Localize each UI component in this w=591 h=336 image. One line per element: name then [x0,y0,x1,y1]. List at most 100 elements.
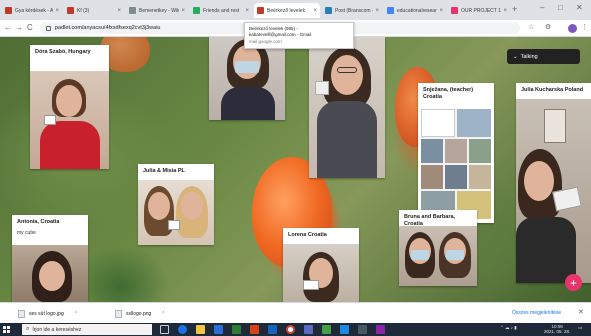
talking-label: Talking [520,53,538,60]
menu-icon[interactable]: ⋮ [581,23,588,31]
browser-tab-8[interactable]: OUR PROJECT 11 1 × [448,3,510,18]
close-icon[interactable]: × [55,8,59,14]
new-tab-button[interactable]: + [512,4,517,14]
forward-button[interactable]: → [15,23,23,32]
post-collage [421,109,491,219]
file-icon [18,309,25,318]
sheet-favicon-icon [193,7,200,14]
browser-tab-7[interactable]: educationalresear × [384,3,446,18]
spotify-icon[interactable] [322,325,331,334]
post-card-julia-misia[interactable]: Julia & Misia PL [138,164,214,245]
system-tray-icons[interactable]: ⌃ ☁ ♪ ▮ [500,325,517,331]
post-card-photo[interactable] [209,37,285,120]
tab-strip: Gya kérdések - Af × Kf (3) × Bemenetkey … [0,0,591,20]
post-card-lorena[interactable]: Lorena Croatia [283,228,359,302]
browser-tab-2[interactable]: Kf (3) × [64,3,124,18]
app-icon[interactable] [376,325,385,334]
close-window-button[interactable]: ✕ [576,3,583,12]
tab-title: Post (Branscom - C [335,7,374,14]
wiki-favicon-icon [129,7,136,14]
close-icon[interactable]: × [181,8,185,14]
post-card-bruna-barbara[interactable]: Bruna and Barbara, Croatia [399,210,477,286]
taskbar-search[interactable]: ⌕ Írjon ide a kereséshez [22,324,152,335]
add-post-button[interactable]: + [565,274,582,291]
download-item[interactable]: ssllogo.png ⌃ [115,307,166,320]
back-button[interactable]: ← [4,23,12,32]
post-photo [209,37,285,120]
file-explorer-icon[interactable] [196,325,205,334]
close-icon[interactable]: × [117,8,121,14]
teams-icon[interactable] [304,325,313,334]
close-icon[interactable]: × [439,8,443,14]
gmail-favicon-icon [257,7,264,14]
reload-button[interactable]: C [27,23,33,32]
post-photo [30,71,109,169]
tab-title: Beérkező levelek [267,7,306,14]
talking-button[interactable]: ⌄ Talking [507,49,580,64]
clock[interactable]: 10:08 2021. 05. 28. [544,324,571,335]
post-photo [516,99,591,283]
post-photo [12,245,88,302]
powerpoint-icon[interactable] [250,325,259,334]
store-icon[interactable] [214,325,223,334]
task-view-icon[interactable] [160,325,169,334]
gmail-favicon-icon [5,7,12,14]
star-icon[interactable]: ☆ [528,23,534,31]
minimize-button[interactable]: – [540,3,544,12]
excel-icon[interactable] [232,325,241,334]
google-favicon-icon [387,7,394,14]
close-download-bar-button[interactable]: ✕ [578,308,584,316]
browser-tab-1[interactable]: Gya kérdések - Af × [2,3,62,18]
browser-tab-5[interactable]: Beérkező levelek × [254,3,320,18]
close-icon[interactable]: × [503,8,507,14]
tab-hover-tooltip: Beérkező levelek (985) - kabarevelll@gma… [244,22,354,49]
tab-title: OUR PROJECT 11 1 [461,7,501,14]
post-title: Antonia, Croatia [17,219,60,225]
profile-avatar[interactable] [568,24,577,33]
post-card-photo[interactable] [309,37,385,178]
chevron-up-icon[interactable]: ⌃ [74,311,78,317]
lock-icon [46,25,51,31]
file-icon [115,309,122,318]
notification-icon[interactable]: ▭ [578,325,582,331]
post-body: my cube [17,230,36,237]
post-title: Dóra Szabó, Hungary [35,49,91,55]
zoom-icon[interactable] [340,325,349,334]
tab-title: Gya kérdések - Af [15,7,54,14]
close-icon[interactable]: × [245,8,249,14]
show-all-downloads-link[interactable]: Összes megjelenítése [512,310,561,316]
chevron-up-icon[interactable]: ⌃ [161,311,165,317]
url-text: padlet.com/anyacsu/4fxsdfsexq2cvt3j3waiu [55,25,161,31]
download-filename: ses süt logo.jpg [29,310,64,317]
windows-taskbar: ⌕ Írjon ide a kereséshez ⌃ ☁ ♪ ▮ 10:08 2… [0,323,591,336]
gmail-favicon-icon [67,7,74,14]
app-icon[interactable] [358,325,367,334]
padlet-board: Dóra Szabó, Hungary ⌄ Talking Snježana, … [0,37,591,302]
close-icon[interactable]: × [375,8,379,14]
download-item[interactable]: ses süt logo.jpg ⌃ [18,307,78,320]
maximize-button[interactable]: □ [558,3,563,12]
tooltip-domain: mail.google.com [249,38,282,44]
post-card-snjezana[interactable]: Snježana, (teacher) Croatia [418,83,494,223]
chrome-icon[interactable] [286,325,295,334]
browser-tab-6[interactable]: Post (Branscom - C × [322,3,382,18]
post-card-julia-kucharska[interactable]: Julia Kucharska Poland [516,83,591,283]
browser-tab-3[interactable]: Bemenetkey - Wiki × [126,3,188,18]
tab-title: Bemenetkey - Wiki [139,7,180,14]
post-photo [283,244,359,302]
edge-icon[interactable] [178,325,187,334]
extensions-icon[interactable]: ⚙ [545,23,551,31]
post-title: Julia & Misia PL [143,168,185,174]
close-icon[interactable]: × [313,8,317,14]
tab-title: Friends and rest [203,7,240,14]
browser-tab-4[interactable]: Friends and rest × [190,3,252,18]
post-title: Lorena Croatia [288,232,327,238]
clock-date: 2021. 05. 28. [544,328,571,334]
post-card-antonia[interactable]: Antonia, Croatia my cube [12,215,88,302]
windows-start-icon[interactable] [3,326,10,333]
plus-icon: + [569,275,577,290]
post-card-dora[interactable]: Dóra Szabó, Hungary [30,45,109,169]
word-icon[interactable] [268,325,277,334]
tab-title: educationalresear [397,7,437,14]
tab-title: Kf (3) [77,7,90,14]
